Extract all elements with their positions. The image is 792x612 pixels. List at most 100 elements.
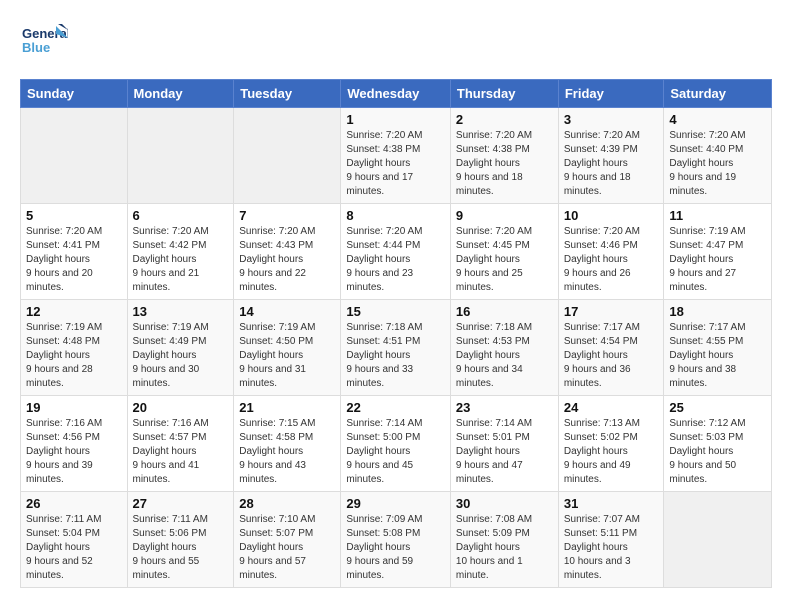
day-info: Sunrise: 7:20 AMSunset: 4:38 PMDaylight … [456,129,553,199]
day-cell: 6Sunrise: 7:20 AMSunset: 4:42 PMDaylight… [127,204,234,300]
day-cell: 28 Sunrise: 7:10 AMSunset: 5:07 PMDayligh… [234,492,341,588]
column-header-friday: Friday [558,80,664,108]
day-number: 31 [564,496,659,511]
day-cell: 8 Sunrise: 7:20 AMSunset: 4:44 PMDaylight… [341,204,451,300]
column-header-tuesday: Tuesday [234,80,341,108]
day-info: Sunrise: 7:20 AMSunset: 4:43 PMDaylight … [239,225,335,295]
day-cell: 29Sunrise: 7:09 AMSunset: 5:08 PMDayligh… [341,492,451,588]
column-header-saturday: Saturday [664,80,772,108]
day-info: Sunrise: 7:11 AMSunset: 5:06 PMDaylight … [133,513,229,583]
day-number: 12 [26,304,122,319]
day-number: 25 [669,400,766,415]
day-info: Sunrise: 7:16 AMSunset: 4:57 PMDaylight … [133,417,229,487]
day-cell: 23 Sunrise: 7:14 AMSunset: 5:01 PMDayligh… [450,396,558,492]
day-number: 20 [133,400,229,415]
day-cell: 22Sunrise: 7:14 AMSunset: 5:00 PMDayligh… [341,396,451,492]
day-info: Sunrise: 7:08 AMSunset: 5:09 PMDaylight … [456,513,553,583]
week-row-2: 5 Sunrise: 7:20 AMSunset: 4:41 PMDaylight… [21,204,772,300]
day-number: 27 [133,496,229,511]
day-number: 26 [26,496,122,511]
calendar-table: SundayMondayTuesdayWednesdayThursdayFrid… [20,79,772,588]
day-number: 23 [456,400,553,415]
day-info: Sunrise: 7:11 AMSunset: 5:04 PMDaylight … [26,513,122,583]
day-number: 19 [26,400,122,415]
day-cell: 13Sunrise: 7:19 AMSunset: 4:49 PMDayligh… [127,300,234,396]
day-info: Sunrise: 7:20 AMSunset: 4:46 PMDaylight … [564,225,659,295]
day-number: 3 [564,112,659,127]
day-cell: 4 Sunrise: 7:20 AMSunset: 4:40 PMDaylight… [664,108,772,204]
column-header-sunday: Sunday [21,80,128,108]
day-cell [127,108,234,204]
day-cell: 21 Sunrise: 7:15 AMSunset: 4:58 PMDayligh… [234,396,341,492]
week-row-4: 19Sunrise: 7:16 AMSunset: 4:56 PMDayligh… [21,396,772,492]
day-cell: 27 Sunrise: 7:11 AMSunset: 5:06 PMDayligh… [127,492,234,588]
day-cell: 19Sunrise: 7:16 AMSunset: 4:56 PMDayligh… [21,396,128,492]
day-cell [21,108,128,204]
day-info: Sunrise: 7:20 AMSunset: 4:44 PMDaylight … [346,225,445,295]
day-info: Sunrise: 7:14 AMSunset: 5:00 PMDaylight … [346,417,445,487]
day-info: Sunrise: 7:20 AMSunset: 4:41 PMDaylight … [26,225,122,295]
day-info: Sunrise: 7:13 AMSunset: 5:02 PMDaylight … [564,417,659,487]
day-cell: 25 Sunrise: 7:12 AMSunset: 5:03 PMDayligh… [664,396,772,492]
day-cell [664,492,772,588]
day-number: 7 [239,208,335,223]
day-number: 16 [456,304,553,319]
day-info: Sunrise: 7:20 AMSunset: 4:40 PMDaylight … [669,129,766,199]
day-number: 10 [564,208,659,223]
day-cell: 2Sunrise: 7:20 AMSunset: 4:38 PMDaylight… [450,108,558,204]
header-row: SundayMondayTuesdayWednesdayThursdayFrid… [21,80,772,108]
day-number: 13 [133,304,229,319]
day-cell: 31 Sunrise: 7:07 AMSunset: 5:11 PMDayligh… [558,492,664,588]
day-cell: 7 Sunrise: 7:20 AMSunset: 4:43 PMDaylight… [234,204,341,300]
day-cell: 9 Sunrise: 7:20 AMSunset: 4:45 PMDaylight… [450,204,558,300]
svg-text:Blue: Blue [22,40,50,55]
day-info: Sunrise: 7:19 AMSunset: 4:50 PMDaylight … [239,321,335,391]
day-cell: 16 Sunrise: 7:18 AMSunset: 4:53 PMDayligh… [450,300,558,396]
day-cell [234,108,341,204]
day-cell: 11Sunrise: 7:19 AMSunset: 4:47 PMDayligh… [664,204,772,300]
logo-icon: General Blue [20,16,68,64]
column-header-monday: Monday [127,80,234,108]
day-number: 4 [669,112,766,127]
day-info: Sunrise: 7:07 AMSunset: 5:11 PMDaylight … [564,513,659,583]
week-row-1: 1 Sunrise: 7:20 AMSunset: 4:38 PMDaylight… [21,108,772,204]
day-info: Sunrise: 7:20 AMSunset: 4:39 PMDaylight … [564,129,659,199]
day-number: 9 [456,208,553,223]
day-number: 24 [564,400,659,415]
day-number: 30 [456,496,553,511]
day-cell: 14 Sunrise: 7:19 AMSunset: 4:50 PMDayligh… [234,300,341,396]
day-info: Sunrise: 7:18 AMSunset: 4:51 PMDaylight … [346,321,445,391]
week-row-3: 12 Sunrise: 7:19 AMSunset: 4:48 PMDayligh… [21,300,772,396]
day-cell: 10 Sunrise: 7:20 AMSunset: 4:46 PMDayligh… [558,204,664,300]
day-info: Sunrise: 7:17 AMSunset: 4:55 PMDaylight … [669,321,766,391]
day-info: Sunrise: 7:15 AMSunset: 4:58 PMDaylight … [239,417,335,487]
day-cell: 3 Sunrise: 7:20 AMSunset: 4:39 PMDaylight… [558,108,664,204]
day-cell: 24 Sunrise: 7:13 AMSunset: 5:02 PMDayligh… [558,396,664,492]
day-info: Sunrise: 7:09 AMSunset: 5:08 PMDaylight … [346,513,445,583]
day-cell: 18 Sunrise: 7:17 AMSunset: 4:55 PMDayligh… [664,300,772,396]
column-header-thursday: Thursday [450,80,558,108]
day-number: 28 [239,496,335,511]
logo: General Blue [20,16,68,69]
column-header-wednesday: Wednesday [341,80,451,108]
day-info: Sunrise: 7:20 AMSunset: 4:38 PMDaylight … [346,129,445,199]
day-cell: 20 Sunrise: 7:16 AMSunset: 4:57 PMDayligh… [127,396,234,492]
day-info: Sunrise: 7:19 AMSunset: 4:48 PMDaylight … [26,321,122,391]
day-number: 17 [564,304,659,319]
day-number: 15 [346,304,445,319]
day-number: 5 [26,208,122,223]
day-info: Sunrise: 7:10 AMSunset: 5:07 PMDaylight … [239,513,335,583]
day-number: 1 [346,112,445,127]
day-number: 8 [346,208,445,223]
day-number: 11 [669,208,766,223]
day-info: Sunrise: 7:18 AMSunset: 4:53 PMDaylight … [456,321,553,391]
day-info: Sunrise: 7:14 AMSunset: 5:01 PMDaylight … [456,417,553,487]
week-row-5: 26 Sunrise: 7:11 AMSunset: 5:04 PMDayligh… [21,492,772,588]
day-cell: 26 Sunrise: 7:11 AMSunset: 5:04 PMDayligh… [21,492,128,588]
day-number: 21 [239,400,335,415]
day-info: Sunrise: 7:12 AMSunset: 5:03 PMDaylight … [669,417,766,487]
day-number: 14 [239,304,335,319]
day-cell: 30 Sunrise: 7:08 AMSunset: 5:09 PMDayligh… [450,492,558,588]
day-info: Sunrise: 7:20 AMSunset: 4:45 PMDaylight … [456,225,553,295]
day-number: 18 [669,304,766,319]
